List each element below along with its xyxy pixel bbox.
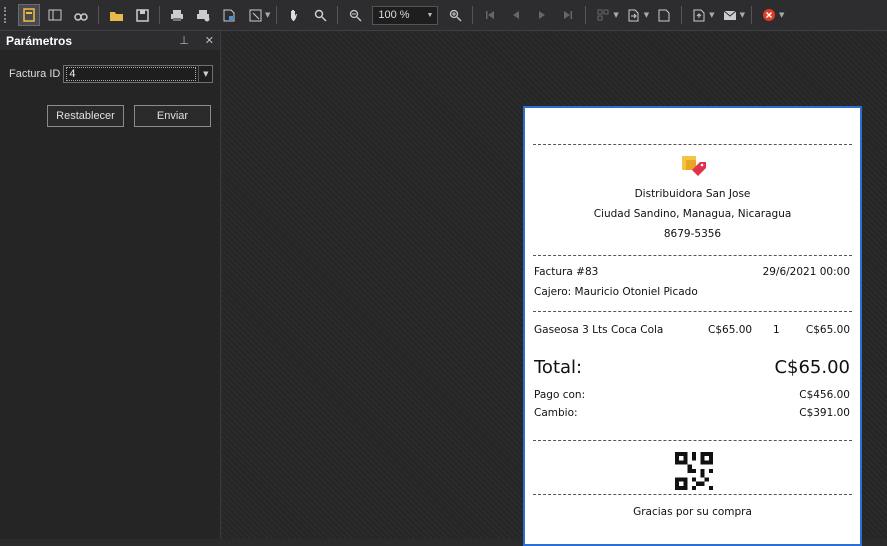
toolbar-separator [585,6,587,24]
total-label: Total: [534,357,583,378]
next-page-icon[interactable] [531,4,553,26]
submit-button[interactable]: Enviar [134,105,211,127]
chevron-down-icon[interactable]: ▼ [644,11,649,19]
chevron-down-icon[interactable]: ▼ [198,66,212,82]
toolbar-separator [472,6,474,24]
first-page-icon[interactable] [479,4,501,26]
find-icon[interactable] [70,4,92,26]
item-price: C$65.00 [708,324,753,336]
item-total: C$65.00 [805,324,850,336]
company-name: Distribuidora San Jose [634,188,751,200]
pin-icon[interactable]: ⊥ [179,34,189,47]
paid-value: C$456.00 [799,389,850,401]
background-icon[interactable] [623,4,645,26]
param-row-factura-id: Factura ID 4 ▼ [9,65,214,83]
chevron-down-icon[interactable]: ▼ [740,11,745,19]
zoom-in-icon[interactable] [444,4,466,26]
chevron-down-icon[interactable]: ▼ [709,11,714,19]
close-preview-icon[interactable] [758,4,780,26]
open-folder-icon[interactable] [105,4,127,26]
factura-id-value[interactable]: 4 [66,67,197,81]
change-label: Cambio: [534,407,578,419]
chevron-down-icon[interactable]: ▼ [613,11,618,19]
print-icon[interactable] [166,4,188,26]
chevron-down-icon[interactable]: ▼ [265,11,270,19]
divider [533,255,852,256]
company-address: Ciudad Sandino, Managua, Nicaragua [593,208,792,220]
param-label: Factura ID [9,68,61,80]
paid-label: Pago con: [534,389,586,401]
company-logo [682,156,706,176]
panel-header: Parámetros ⊥ ✕ [0,31,220,50]
save-icon[interactable] [131,4,153,26]
zoom-value: 100 % [378,9,410,21]
company-phone: 8679-5356 [663,228,722,240]
chevron-down-icon: ▼ [426,11,434,19]
close-icon[interactable]: ✕ [205,34,214,47]
previous-page-icon[interactable] [505,4,527,26]
qr-code [675,452,713,490]
magnifier-icon[interactable] [309,4,331,26]
toolbar-separator [98,6,99,24]
factura-id-input[interactable]: 4 ▼ [63,65,214,83]
quick-print-icon[interactable] [192,4,214,26]
change-value: C$391.00 [799,407,850,419]
cashier-name: Cajero: Mauricio Otoniel Picado [534,286,698,298]
toolbar-separator [159,6,160,24]
hand-tool-icon[interactable] [283,4,305,26]
divider [533,440,852,441]
toolbar-grip[interactable] [4,7,10,23]
chevron-down-icon[interactable]: ▼ [779,11,784,19]
parameters-panel-icon[interactable] [18,4,40,26]
receipt-page: Distribuidora San Jose Ciudad Sandino, M… [523,106,862,546]
toolbar: ▼ 100 % ▼ ▼ ▼ ▼ ▼ ▼ [0,0,887,31]
parameters-panel: Parámetros ⊥ ✕ Factura ID 4 ▼ Restablece… [0,31,221,539]
watermark-icon[interactable] [653,4,675,26]
zoom-select[interactable]: 100 % ▼ [372,5,439,25]
toolbar-separator [337,6,339,24]
export-document-icon[interactable] [688,4,710,26]
multipage-icon[interactable] [592,4,614,26]
last-page-icon[interactable] [557,4,579,26]
document-map-icon[interactable] [44,4,66,26]
zoom-out-icon[interactable] [344,4,366,26]
item-name: Gaseosa 3 Lts Coca Cola [534,324,664,336]
export-icon[interactable] [244,4,266,26]
divider [533,144,852,145]
total-value: C$65.00 [774,357,850,378]
toolbar-separator [750,6,752,24]
divider [533,311,852,312]
divider [533,494,852,495]
toolbar-separator [276,6,278,24]
invoice-date: 29/6/2021 00:00 [762,266,850,278]
reset-button[interactable]: Restablecer [47,105,124,127]
panel-title: Parámetros [6,33,73,48]
toolbar-separator [681,6,683,24]
page-setup-icon[interactable] [218,4,240,26]
item-qty: 1 [773,324,780,336]
footer-message: Gracias por su compra [633,506,752,518]
invoice-number: Factura #83 [534,266,599,278]
email-icon[interactable] [719,4,741,26]
